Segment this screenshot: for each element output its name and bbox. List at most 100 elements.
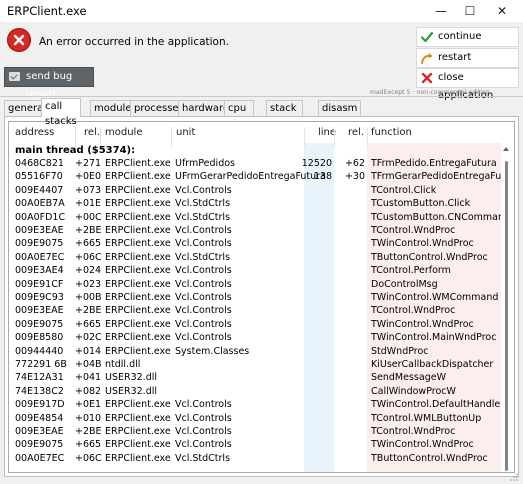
col-rel[interactable]: rel.: [84, 127, 100, 138]
stack-frame-row[interactable]: 009E4407 +073 ERPClient.exe Vcl.Controls TCo…: [9, 184, 514, 197]
stack-frame-row[interactable]: 009E9075 +665 ERPClient.exe Vcl.Controls TWi…: [9, 438, 514, 451]
cell-module: ERPClient.exe: [105, 184, 171, 196]
cell-address: 009E917D: [15, 399, 65, 411]
cell-address: 009E91CF: [15, 278, 64, 290]
cell-function: TControl.WndProc: [371, 225, 456, 236]
cell-rel2: +30: [344, 171, 365, 183]
cell-function: TButtonControl.WndProc: [371, 251, 488, 263]
cell-function: TWinControl.WMCommand: [371, 292, 499, 303]
stack-frame-row[interactable]: 009E3EAE +2BE ERPClient.exe Vcl.Controls TCo…: [9, 224, 514, 237]
stack-frame-row[interactable]: 00A0EB7A +01E ERPClient.exe Vcl.StdCtrls TCu…: [9, 197, 514, 210]
cell-rel: +665: [75, 318, 102, 330]
cell-address: 009E3EAE: [15, 225, 64, 236]
stack-frame-row[interactable]: 772291 6B +04B ntdll.dll KiUserCallbackDisp…: [9, 358, 514, 371]
cell-address: 00A0E7EC: [15, 251, 65, 263]
call-stack-list[interactable]: address rel. module unit line rel. funct…: [8, 121, 515, 473]
stack-frame-row[interactable]: 009E4854 +010 ERPClient.exe Vcl.Controls TCo…: [9, 412, 514, 425]
minimize-button[interactable]: —: [433, 3, 449, 19]
cell-module: ERPClient.exe: [105, 198, 171, 210]
stack-frame-row[interactable]: 05516F70 +0E0 ERPClient.exe UFrmGerarPedido…: [9, 170, 514, 183]
cell-rel: +06C: [75, 452, 102, 464]
scrollbar-thumb[interactable]: [505, 161, 508, 471]
cell-address: 009E9075: [15, 439, 64, 451]
stack-frame-row[interactable]: 009E3EAE +2BE ERPClient.exe Vcl.Controls TCo…: [9, 425, 514, 438]
stack-frame-row[interactable]: 009E9C93 +00B ERPClient.exe Vcl.Controls TWi…: [9, 291, 514, 304]
tab-cpu-regs[interactable]: cpu regs: [224, 100, 254, 129]
red-x-icon: [421, 72, 433, 84]
cell-module: ERPClient.exe: [105, 211, 171, 223]
continue-application-button[interactable]: continue application: [416, 27, 519, 60]
call-stacks-panel: address rel. module unit line rel. funct…: [4, 116, 519, 477]
stack-frame-row[interactable]: 009E91CF +023 ERPClient.exe Vcl.Controls DoC…: [9, 278, 514, 291]
cell-rel: +665: [75, 439, 102, 451]
cell-unit: Vcl.StdCtrls: [175, 211, 231, 223]
cell-address: 00A0E7EC: [15, 452, 65, 464]
cell-function: TButtonControl.WndProc: [371, 452, 488, 464]
cell-unit: Vcl.Controls: [175, 278, 232, 290]
cell-function: TControl.WndProc: [371, 426, 456, 437]
stack-frame-row[interactable]: 00A0FD1C +00C ERPClient.exe Vcl.StdCtrls TCu…: [9, 211, 514, 224]
cell-module: ERPClient.exe: [105, 171, 171, 183]
cell-module: ERPClient.exe: [105, 158, 171, 169]
cell-address: 009E4854: [15, 412, 64, 424]
cell-module: ERPClient.exe: [105, 439, 171, 451]
close-window-button[interactable]: ✕: [494, 3, 510, 19]
stack-frame-row[interactable]: 74E138C2 +082 USER32.dll CallWindowProcW: [9, 385, 514, 398]
vertical-scrollbar[interactable]: [501, 143, 513, 471]
cell-address: 009E9C93: [15, 292, 64, 303]
scroll-up-arrow-icon[interactable]: [503, 147, 509, 151]
cell-rel: +082: [75, 385, 102, 397]
stack-frame-row[interactable]: 74E12A31 +041 USER32.dll SendMessageW: [9, 371, 514, 384]
stack-frame-row[interactable]: 00A0E7EC +06C ERPClient.exe Vcl.StdCtrls TBu…: [9, 251, 514, 264]
cell-rel: +2BE: [75, 305, 102, 317]
cell-rel: +01E: [75, 198, 102, 210]
cell-module: ERPClient.exe: [105, 452, 171, 464]
stack-frame-row[interactable]: 009E9075 +665 ERPClient.exe Vcl.Controls TWi…: [9, 237, 514, 250]
cell-rel: +00B: [75, 292, 102, 303]
resize-grip-icon[interactable]: [510, 473, 518, 481]
tab-stack-dump[interactable]: stack dump: [266, 100, 303, 129]
stack-frame-row[interactable]: 009E3EAE +2BE ERPClient.exe Vcl.Controls TCo…: [9, 304, 514, 317]
cell-module: ERPClient.exe: [105, 292, 171, 303]
error-icon: [7, 28, 31, 52]
cell-rel: +04B: [75, 359, 102, 370]
col-unit[interactable]: unit: [176, 127, 195, 138]
thread-label: main thread ($5374):: [15, 145, 136, 156]
col-module[interactable]: module: [105, 127, 142, 138]
cell-function: DoControlMsg: [371, 278, 438, 290]
cell-function: TControl.WMLButtonUp: [371, 412, 482, 424]
restart-application-button[interactable]: restart application: [416, 48, 519, 81]
cell-address: 74E138C2: [15, 385, 64, 397]
thread-header-row[interactable]: main thread ($5374):: [9, 144, 514, 157]
stack-frame-row[interactable]: 009E917D +0E1 ERPClient.exe Vcl.Controls TWi…: [9, 398, 514, 411]
tab-disasm[interactable]: disasm: [318, 100, 362, 116]
cell-rel2: +62: [344, 158, 365, 169]
cell-module: ERPClient.exe: [105, 318, 171, 330]
maximize-button[interactable]: ☐: [462, 3, 478, 19]
madexcept-credit: madExcept 5 · non-commercial edition: [370, 89, 490, 96]
cell-unit: Vcl.Controls: [175, 412, 232, 424]
cell-unit: Vcl.Controls: [175, 318, 232, 330]
col-function[interactable]: function: [371, 127, 412, 138]
cell-unit: Vcl.Controls: [175, 292, 232, 303]
cell-address: 74E12A31: [15, 372, 64, 384]
cell-rel: +02C: [75, 332, 102, 344]
stack-frame-row[interactable]: 009E8580 +02C ERPClient.exe Vcl.Controls TWi…: [9, 331, 514, 344]
cell-rel: +06C: [75, 251, 102, 263]
close-application-button[interactable]: close application: [416, 68, 519, 101]
cell-module: ntdll.dll: [105, 359, 141, 370]
cell-function: KiUserCallbackDispatcher: [371, 359, 494, 370]
cell-rel: +0E0: [75, 171, 102, 183]
cell-function: SendMessageW: [371, 372, 446, 384]
tab-call-stacks[interactable]: call stacks: [41, 98, 81, 127]
cell-address: 009E9075: [15, 238, 64, 250]
stack-frame-row[interactable]: 0468C821 +271 ERPClient.exe UfrmPedidos 1252…: [9, 157, 514, 170]
stack-frame-row[interactable]: 009E9075 +665 ERPClient.exe Vcl.Controls TWi…: [9, 318, 514, 331]
send-bug-report-button[interactable]: send bug report: [4, 67, 94, 100]
cell-unit: Vcl.Controls: [175, 184, 232, 196]
stack-frame-row[interactable]: 00A0E7EC +06C ERPClient.exe Vcl.StdCtrls TBu…: [9, 452, 514, 465]
col-rel2[interactable]: rel.: [348, 127, 364, 138]
stack-frame-row[interactable]: 00944440 +014 ERPClient.exe System.Classes S…: [9, 345, 514, 358]
stack-frame-row[interactable]: 009E3AE4 +024 ERPClient.exe Vcl.Controls TCo…: [9, 264, 514, 277]
cell-module: ERPClient.exe: [105, 345, 171, 357]
